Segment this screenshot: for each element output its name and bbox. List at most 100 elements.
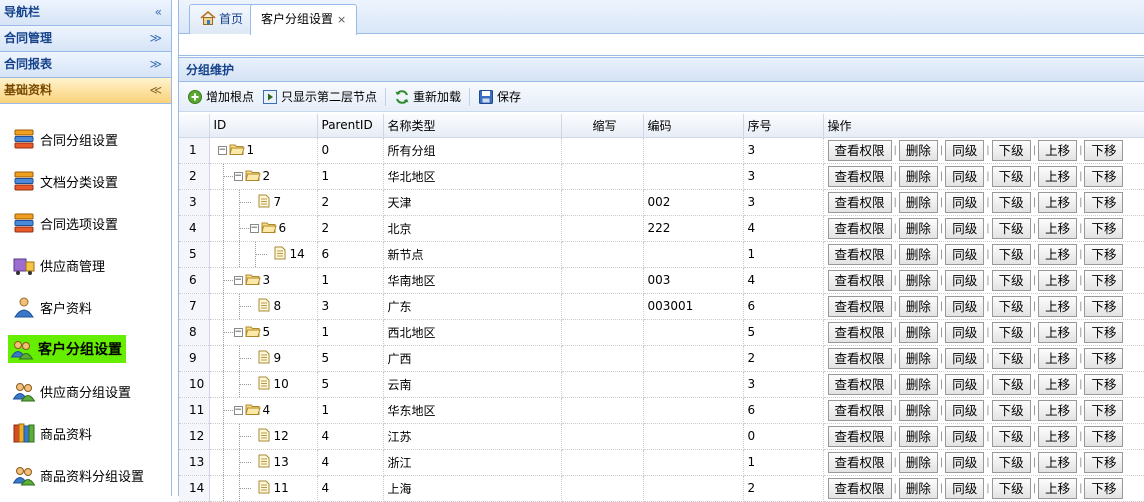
sidebar-item-1[interactable]: 合同分组设置 [0, 118, 171, 160]
table-row[interactable]: 6−3 1 华南地区 003 4 查看权限 | 删除 | 同级 | 下级 | 上移 | 下移 [179, 267, 1144, 294]
delete-button[interactable]: 删除 [898, 269, 938, 291]
tree-node[interactable]: 8 [214, 293, 313, 318]
column-header-code[interactable]: 编码 [643, 114, 744, 138]
tree-node[interactable]: −4 [214, 397, 313, 422]
sidebar-item-5[interactable]: 客户资料 [0, 286, 171, 328]
collapse-toggle-icon[interactable]: − [233, 275, 243, 285]
table-row[interactable]: 10 10 5 云南 3 查看权限 | 删除 | 同级 | 下级 | 上移 | 下移 [179, 371, 1144, 398]
sidebar-item-2[interactable]: 文档分类设置 [0, 160, 171, 202]
table-row[interactable]: 14 11 4 上海 2 查看权限 | 删除 | 同级 | 下级 | 上移 | 下移 [179, 475, 1144, 502]
tree-node[interactable]: 10 [214, 371, 313, 396]
child-level-button[interactable]: 下级 [991, 477, 1031, 499]
column-header-ops[interactable]: 操作 [823, 114, 1144, 138]
same-level-button[interactable]: 同级 [945, 373, 985, 395]
sidebar-item-6[interactable]: 客户分组设置 [0, 328, 171, 370]
same-level-button[interactable]: 同级 [945, 399, 985, 421]
tree-node[interactable]: 12 [214, 423, 313, 448]
move-up-button[interactable]: 上移 [1038, 191, 1078, 213]
sidebar-item-8[interactable]: 商品资料 [0, 412, 171, 454]
child-level-button[interactable]: 下级 [991, 295, 1031, 317]
same-level-button[interactable]: 同级 [945, 217, 985, 239]
delete-button[interactable]: 删除 [898, 399, 938, 421]
column-header-name[interactable]: 名称类型 [383, 114, 562, 138]
move-up-button[interactable]: 上移 [1038, 295, 1078, 317]
view-permission-button[interactable]: 查看权限 [827, 295, 892, 317]
move-up-button[interactable]: 上移 [1038, 451, 1078, 473]
column-header-abbr[interactable]: 缩写 [561, 114, 644, 138]
column-header-parentid[interactable]: ParentID [317, 114, 384, 138]
move-down-button[interactable]: 下移 [1084, 217, 1124, 239]
child-level-button[interactable]: 下级 [991, 243, 1031, 265]
table-row[interactable]: 1−1 0 所有分组 3 查看权限 | 删除 | 同级 | 下级 | 上移 | 下移 [179, 137, 1144, 164]
table-row[interactable]: 13 13 4 浙江 1 查看权限 | 删除 | 同级 | 下级 | 上移 | 下移 [179, 449, 1144, 476]
table-row[interactable]: 2−2 1 华北地区 3 查看权限 | 删除 | 同级 | 下级 | 上移 | 下移 [179, 163, 1144, 190]
child-level-button[interactable]: 下级 [991, 347, 1031, 369]
table-row[interactable]: 3 7 2 天津 002 3 查看权限 | 删除 | 同级 | 下级 | 上移 | 下移 [179, 189, 1144, 216]
view-permission-button[interactable]: 查看权限 [827, 321, 892, 343]
move-down-button[interactable]: 下移 [1084, 191, 1124, 213]
collapse-toggle-icon[interactable]: − [233, 327, 243, 337]
child-level-button[interactable]: 下级 [991, 165, 1031, 187]
expand-down-icon[interactable]: ≫ [149, 52, 162, 77]
view-permission-button[interactable]: 查看权限 [827, 191, 892, 213]
same-level-button[interactable]: 同级 [945, 295, 985, 317]
child-level-button[interactable]: 下级 [991, 269, 1031, 291]
same-level-button[interactable]: 同级 [945, 321, 985, 343]
child-level-button[interactable]: 下级 [991, 191, 1031, 213]
view-permission-button[interactable]: 查看权限 [827, 139, 892, 161]
move-up-button[interactable]: 上移 [1038, 269, 1078, 291]
tree-node[interactable]: 11 [214, 475, 313, 500]
delete-button[interactable]: 删除 [898, 373, 938, 395]
table-row[interactable]: 7 8 3 广东 003001 6 查看权限 | 删除 | 同级 | 下级 | 上移 | 下移 [179, 293, 1144, 320]
delete-button[interactable]: 删除 [898, 477, 938, 499]
tree-node[interactable]: −6 [214, 215, 313, 240]
move-down-button[interactable]: 下移 [1084, 321, 1124, 343]
tab-home[interactable]: 首页 [189, 4, 255, 34]
table-row[interactable]: 5 14 6 新节点 1 查看权限 | 删除 | 同级 | 下级 | 上移 | 下移 [179, 241, 1144, 268]
collapse-left-icon[interactable]: « [155, 0, 162, 25]
view-permission-button[interactable]: 查看权限 [827, 269, 892, 291]
tree-node[interactable]: −3 [214, 267, 313, 292]
close-icon[interactable]: × [337, 13, 346, 26]
move-up-button[interactable]: 上移 [1038, 477, 1078, 499]
move-down-button[interactable]: 下移 [1084, 477, 1124, 499]
column-header-order[interactable]: 序号 [743, 114, 824, 138]
move-down-button[interactable]: 下移 [1084, 269, 1124, 291]
sidebar-item-9[interactable]: 商品资料分组设置 [0, 454, 171, 496]
move-up-button[interactable]: 上移 [1038, 399, 1078, 421]
move-up-button[interactable]: 上移 [1038, 165, 1078, 187]
view-permission-button[interactable]: 查看权限 [827, 165, 892, 187]
delete-button[interactable]: 删除 [898, 139, 938, 161]
view-permission-button[interactable]: 查看权限 [827, 243, 892, 265]
sidebar-item-3[interactable]: 合同选项设置 [0, 202, 171, 244]
same-level-button[interactable]: 同级 [945, 451, 985, 473]
show-second-level-button[interactable]: 只显示第二层节点 [262, 88, 377, 105]
tree-node[interactable]: 7 [214, 189, 313, 214]
tree-node[interactable]: −5 [214, 319, 313, 344]
section-basic-data[interactable]: 基础资料 ≪ [0, 78, 171, 104]
move-up-button[interactable]: 上移 [1038, 321, 1078, 343]
table-row[interactable]: 8−5 1 西北地区 5 查看权限 | 删除 | 同级 | 下级 | 上移 | 下移 [179, 319, 1144, 346]
tree-node[interactable]: 13 [214, 449, 313, 474]
table-row[interactable]: 12 12 4 江苏 0 查看权限 | 删除 | 同级 | 下级 | 上移 | 下移 [179, 423, 1144, 450]
table-row[interactable]: 4−6 2 北京 222 4 查看权限 | 删除 | 同级 | 下级 | 上移 | 下移 [179, 215, 1144, 242]
same-level-button[interactable]: 同级 [945, 139, 985, 161]
child-level-button[interactable]: 下级 [991, 217, 1031, 239]
same-level-button[interactable]: 同级 [945, 243, 985, 265]
child-level-button[interactable]: 下级 [991, 139, 1031, 161]
move-up-button[interactable]: 上移 [1038, 425, 1078, 447]
move-down-button[interactable]: 下移 [1084, 425, 1124, 447]
move-up-button[interactable]: 上移 [1038, 373, 1078, 395]
tree-node[interactable]: 14 [214, 241, 313, 266]
sidebar-item-4[interactable]: 供应商管理 [0, 244, 171, 286]
view-permission-button[interactable]: 查看权限 [827, 477, 892, 499]
move-down-button[interactable]: 下移 [1084, 165, 1124, 187]
delete-button[interactable]: 删除 [898, 451, 938, 473]
table-row[interactable]: 9 9 5 广西 2 查看权限 | 删除 | 同级 | 下级 | 上移 | 下移 [179, 345, 1144, 372]
move-up-button[interactable]: 上移 [1038, 347, 1078, 369]
view-permission-button[interactable]: 查看权限 [827, 451, 892, 473]
tab-customer-group-settings[interactable]: 客户分组设置 × [250, 4, 358, 35]
tree-node[interactable]: 9 [214, 345, 313, 370]
collapse-up-icon[interactable]: ≪ [149, 78, 162, 103]
child-level-button[interactable]: 下级 [991, 451, 1031, 473]
